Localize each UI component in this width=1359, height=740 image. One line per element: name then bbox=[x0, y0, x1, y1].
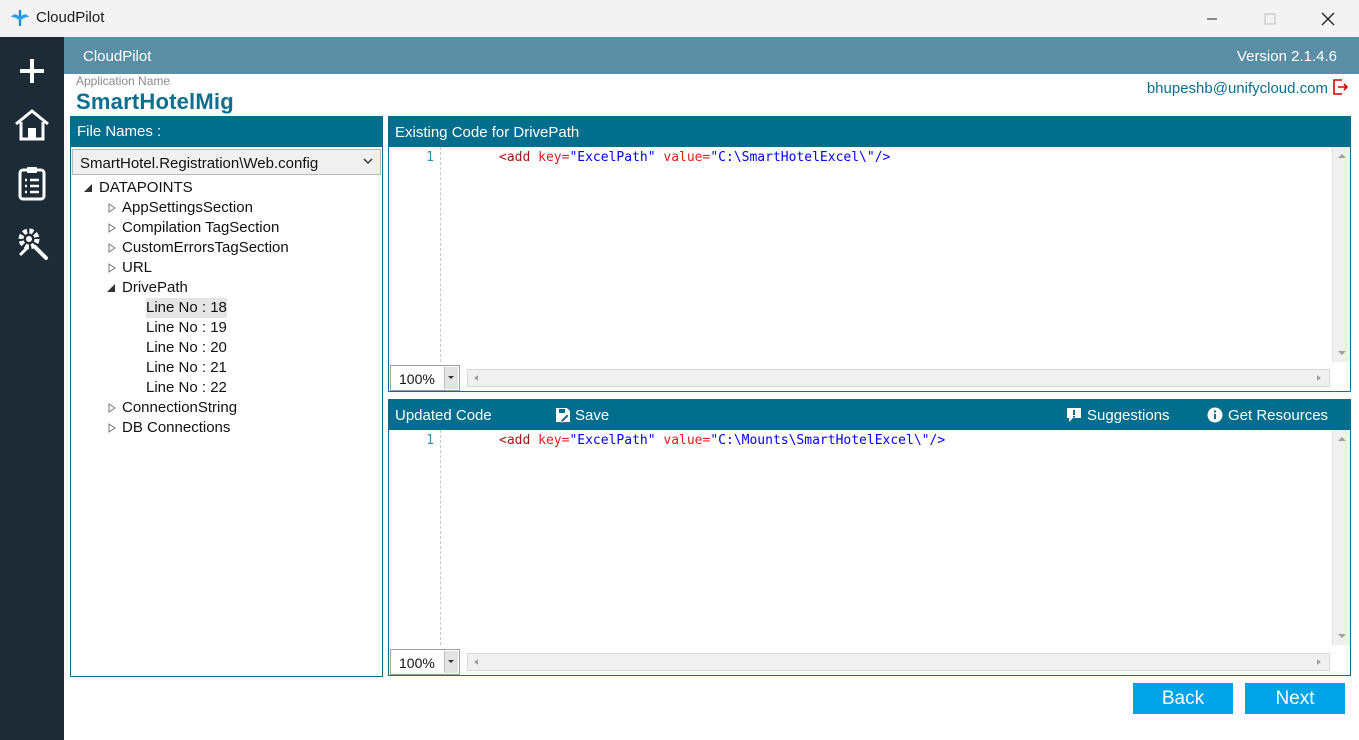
line-number: 1 bbox=[426, 150, 434, 165]
vertical-scrollbar[interactable] bbox=[1332, 430, 1350, 645]
updated-code-header: Updated Code Save Suggestions Get Resour… bbox=[389, 400, 1350, 430]
scroll-right-arrow-icon bbox=[1317, 659, 1321, 665]
tree-node-label: Compilation TagSection bbox=[122, 219, 280, 236]
dropdown-arrow-icon bbox=[448, 376, 454, 379]
tree-node-label: CustomErrorsTagSection bbox=[122, 239, 289, 256]
info-icon bbox=[1207, 407, 1223, 423]
updated-code-editor[interactable]: 1 <add key="ExcelPath" value="C:\Mounts\… bbox=[389, 430, 1332, 645]
suggestions-button[interactable]: Suggestions bbox=[1087, 407, 1170, 424]
zoom-value: 100% bbox=[399, 655, 435, 671]
save-button[interactable]: Save bbox=[575, 407, 609, 424]
tree-leaf-label: Line No : 22 bbox=[146, 379, 227, 396]
suggestion-bubble-icon bbox=[1067, 408, 1081, 422]
plus-icon bbox=[20, 59, 44, 83]
scroll-up-arrow-icon bbox=[1338, 154, 1346, 158]
collapsed-triangle-icon bbox=[108, 223, 116, 233]
window-titlebar: CloudPilot bbox=[0, 0, 1359, 37]
line-number: 1 bbox=[426, 433, 434, 448]
get-resources-button[interactable]: Get Resources bbox=[1228, 407, 1328, 424]
close-icon bbox=[1321, 12, 1335, 25]
dropdown-arrow-icon bbox=[448, 660, 454, 663]
scroll-down-arrow-icon bbox=[1338, 634, 1346, 638]
close-button[interactable] bbox=[1299, 0, 1357, 37]
user-email: bhupeshb@unifycloud.com bbox=[1146, 80, 1328, 97]
zoom-dropdown-button[interactable] bbox=[444, 651, 458, 673]
settings-button[interactable] bbox=[12, 223, 52, 263]
back-button[interactable]: Back bbox=[1133, 683, 1233, 714]
next-button[interactable]: Next bbox=[1245, 683, 1345, 714]
add-button[interactable] bbox=[12, 51, 52, 91]
home-icon bbox=[15, 109, 49, 141]
cloudpilot-logo-icon bbox=[11, 9, 29, 27]
file-names-header: File Names : bbox=[71, 117, 382, 147]
logout-icon[interactable] bbox=[1332, 78, 1348, 96]
tree-node-label: URL bbox=[122, 259, 153, 276]
horizontal-scrollbar[interactable] bbox=[467, 653, 1330, 671]
app-header: CloudPilot Version 2.1.4.6 bbox=[64, 37, 1359, 74]
scroll-down-arrow-icon bbox=[1338, 351, 1346, 355]
code-line: <add key="ExcelPath" value="C:\SmartHote… bbox=[499, 150, 891, 165]
tree-node-label: AppSettingsSection bbox=[122, 199, 253, 216]
save-icon bbox=[556, 408, 570, 423]
side-navigation-rail bbox=[0, 37, 64, 740]
vertical-scrollbar[interactable] bbox=[1332, 147, 1350, 362]
scroll-left-arrow-icon bbox=[474, 375, 478, 381]
collapsed-triangle-icon bbox=[108, 403, 116, 413]
line-number-gutter: 1 bbox=[389, 430, 441, 645]
maximize-button[interactable] bbox=[1241, 0, 1299, 37]
reports-button[interactable] bbox=[12, 164, 52, 204]
tree-leaf-label: Line No : 21 bbox=[146, 359, 227, 376]
expanded-triangle-icon bbox=[84, 184, 92, 192]
scroll-right-arrow-icon bbox=[1317, 375, 1321, 381]
document-list-icon bbox=[18, 167, 46, 201]
tree-node-label: DB Connections bbox=[122, 419, 231, 436]
tree-leaf-label: Line No : 19 bbox=[146, 319, 227, 336]
minimize-button[interactable] bbox=[1183, 0, 1241, 37]
existing-code-editor[interactable]: 1 <add key="ExcelPath" value="C:\SmartHo… bbox=[389, 147, 1332, 362]
collapsed-triangle-icon bbox=[108, 423, 116, 433]
existing-code-panel: Existing Code for DrivePath 1 <add key="… bbox=[388, 116, 1351, 392]
updated-code-panel: Updated Code Save Suggestions Get Resour… bbox=[388, 399, 1351, 676]
tree-node-label: ConnectionString bbox=[122, 399, 238, 416]
zoom-dropdown-button[interactable] bbox=[444, 367, 458, 389]
tree-leaf-label: Line No : 18 bbox=[146, 298, 227, 318]
file-select-dropdown[interactable]: SmartHotel.Registration\Web.config bbox=[72, 149, 381, 175]
application-name-label: Application Name bbox=[76, 74, 171, 88]
application-name: SmartHotelMig bbox=[76, 89, 234, 114]
existing-code-header: Existing Code for DrivePath bbox=[389, 117, 1350, 147]
collapsed-triangle-icon bbox=[108, 203, 116, 213]
code-line: <add key="ExcelPath" value="C:\Mounts\Sm… bbox=[499, 433, 946, 448]
file-names-panel: File Names : SmartHotel.Registration\Web… bbox=[70, 116, 383, 677]
updated-code-title: Updated Code bbox=[395, 407, 492, 424]
minimize-icon bbox=[1207, 18, 1217, 19]
line-number-gutter: 1 bbox=[389, 147, 441, 362]
scroll-left-arrow-icon bbox=[474, 659, 478, 665]
version-label: Version 2.1.4.6 bbox=[1236, 48, 1337, 65]
home-button[interactable] bbox=[12, 105, 52, 145]
zoom-value: 100% bbox=[399, 371, 435, 387]
file-select-value: SmartHotel.Registration\Web.config bbox=[80, 155, 319, 172]
maximize-icon bbox=[1264, 13, 1276, 24]
collapsed-triangle-icon bbox=[108, 263, 116, 273]
tree-leaf-label: Line No : 20 bbox=[146, 339, 227, 356]
scroll-up-arrow-icon bbox=[1338, 437, 1346, 441]
chevron-down-icon bbox=[363, 158, 373, 164]
tree-root-label: DATAPOINTS bbox=[99, 179, 193, 196]
header-title: CloudPilot bbox=[83, 48, 152, 65]
zoom-dropdown[interactable]: 100% bbox=[390, 365, 460, 391]
window-title: CloudPilot bbox=[36, 9, 105, 26]
horizontal-scrollbar[interactable] bbox=[467, 369, 1330, 387]
expanded-triangle-icon bbox=[107, 284, 115, 292]
tree-node-label: DrivePath bbox=[122, 279, 188, 296]
zoom-dropdown[interactable]: 100% bbox=[390, 649, 460, 675]
collapsed-triangle-icon bbox=[108, 243, 116, 253]
existing-code-title: Existing Code for DrivePath bbox=[395, 124, 580, 141]
settings-wrench-icon bbox=[18, 228, 48, 260]
